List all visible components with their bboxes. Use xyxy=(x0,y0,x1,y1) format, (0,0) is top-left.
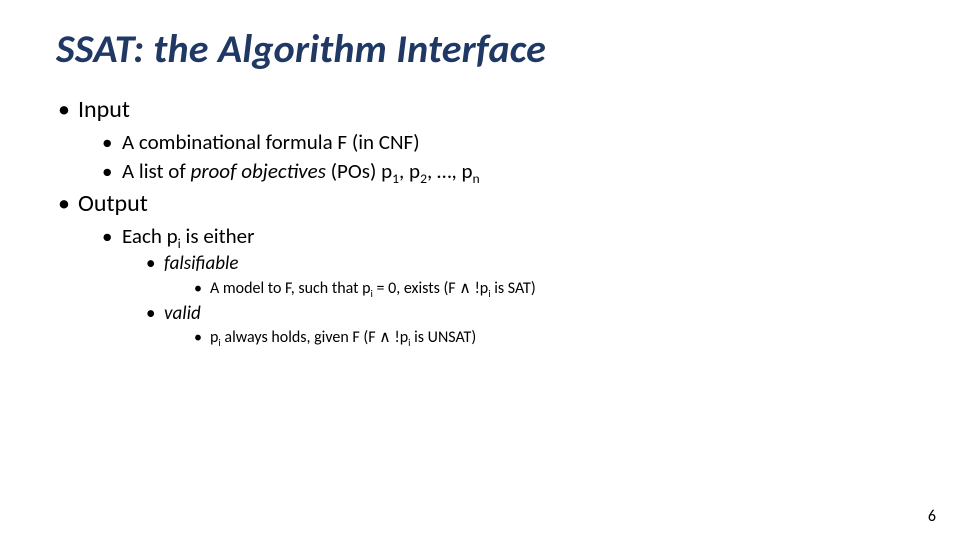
po-subn: n xyxy=(473,170,480,187)
slide: SSAT: the Algorithm Interface Input A co… xyxy=(0,0,960,540)
input-section: Input A combinational formula F (in CNF)… xyxy=(56,96,904,184)
slide-title: SSAT: the Algorithm Interface xyxy=(56,28,904,70)
falsifiable-label: falsifiable xyxy=(164,252,238,275)
fals-suffix: is SAT) xyxy=(491,279,536,298)
either-list: falsifiable A model to F, such that pi =… xyxy=(122,253,904,349)
input-formula: A combinational formula F (in CNF) xyxy=(100,130,904,155)
output-section: Output Each pi is either falsifiable A m… xyxy=(56,190,904,348)
po-sub2: 2 xyxy=(420,170,427,187)
valid-detail: pi always holds, given F (F ∧ !pi is UNS… xyxy=(192,328,904,348)
each-prefix: Each p xyxy=(122,223,178,249)
valid-suffix: is UNSAT) xyxy=(411,328,477,347)
output-label: Output xyxy=(78,189,148,218)
po-sep1: , p xyxy=(399,158,420,184)
bullet-list: Input A combinational formula F (in CNF)… xyxy=(56,96,904,348)
valid-label: valid xyxy=(164,302,201,325)
input-proof-objectives: A list of proof objectives (POs) p1, p2,… xyxy=(100,159,904,184)
input-label: Input xyxy=(78,95,130,124)
output-items: Each pi is either falsifiable A model to… xyxy=(78,224,904,349)
po-prefix: A list of xyxy=(122,158,191,184)
falsifiable-detail-list: A model to F, such that pi = 0, exists (… xyxy=(164,279,904,299)
input-items: A combinational formula F (in CNF) A lis… xyxy=(78,130,904,184)
po-sub1: 1 xyxy=(392,170,399,187)
po-sep2: , …, p xyxy=(427,158,473,184)
output-each: Each pi is either falsifiable A model to… xyxy=(100,224,904,349)
each-suffix: is either xyxy=(181,223,255,249)
fals-prefix: A model to F, such that p xyxy=(210,279,371,298)
po-italic: proof objectives xyxy=(191,158,326,184)
valid-detail-list: pi always holds, given F (F ∧ !pi is UNS… xyxy=(164,328,904,348)
fals-mid: = 0, exists (F ∧ !p xyxy=(373,279,488,298)
falsifiable-item: falsifiable A model to F, such that pi =… xyxy=(144,253,904,299)
page-number: 6 xyxy=(928,507,936,526)
falsifiable-detail: A model to F, such that pi = 0, exists (… xyxy=(192,279,904,299)
valid-item: valid pi always holds, given F (F ∧ !pi … xyxy=(144,303,904,349)
po-mid: (POs) p xyxy=(326,158,392,184)
valid-mid: always holds, given F (F ∧ !p xyxy=(221,328,408,347)
